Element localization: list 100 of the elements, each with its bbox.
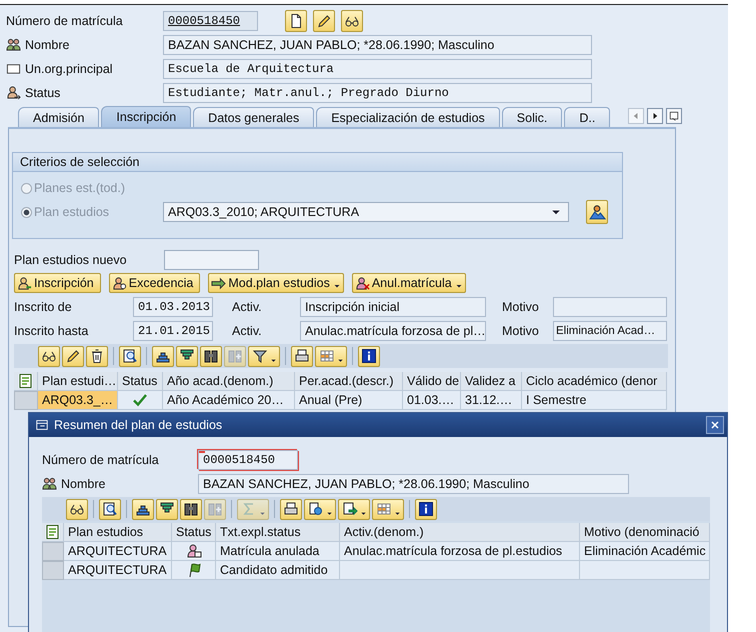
- tab[interactable]: Datos generales: [193, 107, 314, 127]
- grid-icon: [376, 501, 392, 517]
- field-label: Inscrito de: [14, 300, 73, 314]
- field-label: Motivo: [502, 300, 540, 314]
- tab[interactable]: Especialización de estudios: [316, 107, 500, 127]
- column-header[interactable]: Motivo (denominació: [580, 523, 710, 542]
- dropdown-arrow-icon: [259, 510, 266, 516]
- toolbar-button[interactable]: [99, 498, 121, 520]
- text-field[interactable]: 0000518450: [198, 450, 298, 470]
- tab[interactable]: Admisión: [18, 107, 100, 127]
- tab[interactable]: D..: [564, 107, 610, 127]
- toolbar-button[interactable]: [180, 498, 202, 520]
- input-field[interactable]: [164, 250, 259, 270]
- text-field[interactable]: 0000518450: [163, 10, 258, 30]
- column-header[interactable]: Per.acad.(descr.): [295, 372, 403, 391]
- close-button[interactable]: [706, 416, 724, 434]
- text-field[interactable]: Anulac.matrícula forzosa de pl…: [300, 320, 486, 340]
- text-field[interactable]: Inscripción inicial: [300, 296, 486, 316]
- column-header[interactable]: Plan estudi…: [38, 372, 118, 391]
- mountain-icon: [588, 203, 606, 221]
- select-all-cell[interactable]: [42, 523, 64, 542]
- tab[interactable]: Inscripción: [101, 106, 192, 127]
- table-cell: Año Académico 20…: [163, 391, 295, 410]
- column-header[interactable]: Txt.expl.status: [216, 523, 340, 542]
- toolbar-button[interactable]: [66, 498, 88, 520]
- toolbar-button[interactable]: [285, 10, 307, 32]
- date-field[interactable]: 21.01.2015: [133, 320, 213, 340]
- group-title: Criterios de selección: [13, 153, 622, 172]
- column-header[interactable]: Válido de: [403, 372, 461, 391]
- action-button[interactable]: Excedencia: [108, 273, 200, 293]
- column-header[interactable]: Status: [118, 372, 163, 391]
- column-header[interactable]: Plan estudios: [64, 523, 172, 542]
- select-all-cell[interactable]: [14, 372, 38, 391]
- field-label: Inscrito hasta: [14, 324, 90, 338]
- toolbar-button[interactable]: [304, 498, 336, 520]
- arrow-icon: [211, 276, 226, 290]
- action-button[interactable]: Anul.matrícula: [352, 273, 466, 293]
- column-header[interactable]: Activ.(denom.): [340, 523, 580, 542]
- tab-scroll-button[interactable]: [666, 108, 682, 124]
- field-label: Un.org.principal: [25, 62, 113, 76]
- person-arrow-icon: [6, 85, 21, 100]
- dropdown-arrow-icon: [326, 510, 333, 516]
- date-field[interactable]: 01.03.2013: [133, 296, 213, 316]
- toolbar-button[interactable]: [152, 346, 174, 366]
- toolbar-button[interactable]: [358, 346, 380, 366]
- field-label: Status: [25, 86, 60, 100]
- text-field[interactable]: [553, 296, 667, 316]
- dropdown-arrow-icon: [394, 510, 401, 516]
- checkmark-icon: [132, 392, 148, 408]
- field-label: Nombre: [25, 38, 70, 52]
- text-field[interactable]: BAZAN SANCHEZ, JUAN PABLO; *28.06.1990; Masculino: [163, 34, 592, 54]
- magnifier-icon: [122, 348, 138, 364]
- toolbar-button[interactable]: [291, 346, 313, 366]
- table-cell[interactable]: ARQ03.3_…: [38, 391, 118, 410]
- toolbar-button[interactable]: [156, 498, 178, 520]
- tab-scroll-button[interactable]: [647, 108, 664, 124]
- toolbar-button[interactable]: [341, 10, 363, 32]
- toolbar-button[interactable]: [248, 346, 280, 366]
- binoculars-plus-icon: [207, 501, 223, 517]
- text-field[interactable]: BAZAN SANCHEZ, JUAN PABLO; *28.06.1990; Masculino: [198, 474, 629, 494]
- column-header[interactable]: Validez a: [461, 372, 522, 391]
- list-icon: [668, 110, 680, 122]
- toolbar-button[interactable]: [38, 346, 60, 366]
- toolbar-button[interactable]: [280, 498, 302, 520]
- dropdown-arrow-icon: [270, 356, 277, 364]
- magnifier-icon: [102, 501, 118, 517]
- column-header[interactable]: Status: [172, 523, 216, 542]
- toolbar-button[interactable]: [132, 498, 154, 520]
- toolbar-button[interactable]: [338, 498, 370, 520]
- picture-button[interactable]: [586, 200, 608, 224]
- dropdown-arrow-icon: [337, 356, 344, 364]
- column-header[interactable]: Ciclo académico (denor: [522, 372, 667, 391]
- table-cell: Anual (Pre): [295, 391, 403, 410]
- table-cell: Candidato admitido: [216, 561, 340, 580]
- plan-dropdown[interactable]: ARQ03.3_2010; ARQUITECTURA: [163, 202, 569, 222]
- info-icon: [361, 348, 377, 364]
- table-cell: ARQUITECTURA: [64, 542, 172, 561]
- pencil-icon: [65, 348, 81, 364]
- toolbar-button[interactable]: [200, 346, 222, 366]
- text-field[interactable]: Estudiante; Matr.anul.; Pregrado Diurno: [163, 82, 592, 102]
- column-header[interactable]: Año acad.(denom.): [163, 372, 295, 391]
- toolbar-button[interactable]: [415, 498, 437, 520]
- field-label: Número de matrícula: [6, 14, 123, 28]
- toolbar-button[interactable]: [86, 346, 108, 366]
- document-globe-icon: [308, 501, 324, 517]
- action-button[interactable]: Inscripción: [14, 273, 101, 293]
- window-icon: [35, 418, 49, 432]
- sheet-icon: [18, 373, 34, 389]
- toolbar-button[interactable]: [313, 10, 335, 32]
- tab[interactable]: Solic.: [502, 107, 562, 127]
- pencil-icon: [316, 12, 332, 28]
- toolbar-button[interactable]: [176, 346, 198, 366]
- toolbar-button[interactable]: [119, 346, 141, 366]
- dropdown-arrow-icon: [360, 510, 367, 516]
- action-button[interactable]: Mod.plan estudios: [208, 273, 344, 293]
- text-field[interactable]: Eliminación Acad…: [553, 320, 667, 340]
- binoculars-icon: [183, 501, 199, 517]
- toolbar-button[interactable]: [62, 346, 84, 366]
- text-field[interactable]: Escuela de Arquitectura: [163, 58, 592, 78]
- dropdown-arrow-icon: [332, 282, 341, 290]
